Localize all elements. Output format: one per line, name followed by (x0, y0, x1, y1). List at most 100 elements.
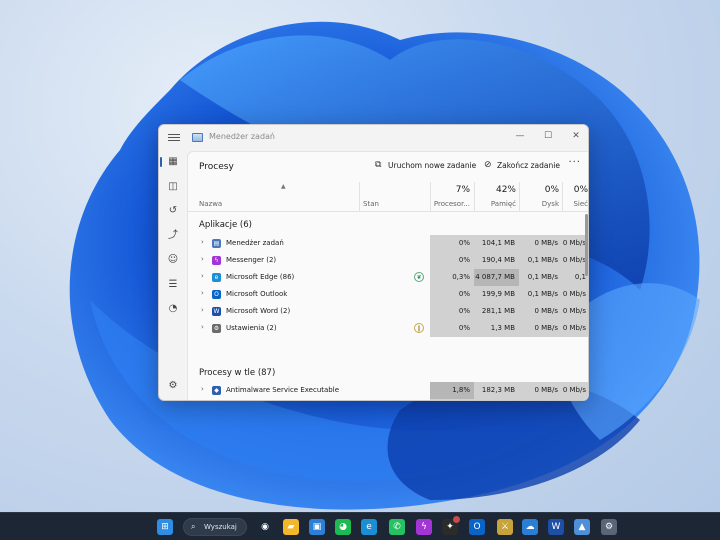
services-nav-icon[interactable]: ◔ (166, 302, 180, 316)
run-new-task-button[interactable]: ⧉ Uruchom nowe zadanie (375, 161, 476, 171)
expand-chevron-icon[interactable]: › (201, 255, 204, 263)
title-bar[interactable]: Menedżer zadań — ☐ ✕ (159, 125, 588, 151)
task-manager-window: Menedżer zadań — ☐ ✕ ▦ ◫ ↺ ⤴ ☺ ☰ ◔ ⚙ Pro… (158, 124, 589, 401)
task-manager-icon: ▤ (212, 239, 221, 248)
start-icon[interactable]: ⊞ (157, 519, 173, 535)
process-row[interactable]: ›▯Aplikacja Łącze z telefonem (3)0%160,1… (188, 399, 588, 400)
column-memory[interactable]: Pamięć (474, 200, 516, 208)
ai-assistant-icon[interactable]: ✦ (442, 516, 460, 535)
process-row[interactable]: › ϟ Messenger (2) 0% 190,4 MB 0,1 MB/s 0 Mb/s (188, 252, 588, 269)
table-header: ▲ Nazwa Stan 7% Procesor... 42% Pamięć 0… (188, 182, 588, 212)
processes-nav-icon[interactable]: ▦ (160, 155, 180, 169)
taskbar: ⌕ Wyszukaj ⊞ ◉ ▰ ▣ ◕ e ✆ ϟ ✦ O ⚔ ☁ W ▲ ⚙ (0, 512, 720, 540)
store-icon[interactable]: ▣ (309, 519, 325, 535)
settings-icon[interactable]: ⚙ (601, 519, 617, 535)
close-button[interactable]: ✕ (564, 128, 588, 144)
process-row[interactable]: › ◆ Antimalware Service Executable 1,8% 182,… (188, 382, 588, 399)
end-task-button[interactable]: ⊘ Zakończ zadanie (484, 161, 560, 171)
users-nav-icon[interactable]: ☺ (166, 253, 180, 267)
cpu-value: 0% (430, 320, 474, 337)
memory-value: 190,4 MB (474, 252, 519, 269)
group-apps[interactable]: Aplikacje (6) (199, 220, 252, 230)
disk-value: 0,1 MB/s (519, 269, 562, 286)
expand-chevron-icon[interactable]: › (201, 238, 204, 246)
sort-ascending-icon: ▲ (281, 183, 286, 190)
search-icon: ⌕ (191, 522, 196, 531)
process-name: Ustawienia (2) (226, 324, 277, 332)
app-history-nav-icon[interactable]: ↺ (166, 204, 180, 218)
disk-total[interactable]: 0% (519, 185, 559, 195)
group-background[interactable]: Procesy w tle (87) (199, 368, 275, 378)
whatsapp-icon[interactable]: ✆ (389, 519, 405, 535)
hamburger-menu-icon[interactable] (168, 132, 180, 144)
process-list: Aplikacje (6) Procesy w tle (87) › ▤ Mened… (188, 212, 588, 400)
file-explorer-icon[interactable]: ▰ (283, 519, 299, 535)
edge-icon[interactable]: e (361, 519, 377, 535)
edge-icon: e (212, 273, 221, 282)
details-nav-icon[interactable]: ☰ (166, 278, 180, 292)
onedrive-icon[interactable]: ☁ (522, 519, 538, 535)
column-status[interactable]: Stan (363, 200, 379, 208)
column-divider (359, 182, 360, 212)
network-value: 0 Mb/s (562, 382, 588, 399)
process-row[interactable]: › e Microsoft Edge (86) ❦ 0,3% 4 087,7 MB 0,1 … (188, 269, 588, 298)
word-icon[interactable]: W (548, 519, 564, 535)
column-network[interactable]: Sieć (562, 200, 588, 208)
disk-value: 0 MB/s (519, 382, 562, 399)
column-cpu[interactable]: Procesor... (430, 200, 470, 208)
settings-nav-icon[interactable]: ⚙ (166, 379, 180, 393)
process-row[interactable]: › ▤ Menedżer zadań 0% 104,1 MB 0 MB/s 0 Mb/s (188, 235, 588, 252)
memory-value: 199,9 MB (474, 286, 519, 303)
command-bar: Procesy ⧉ Uruchom nowe zadanie ⊘ Zakończ… (188, 152, 588, 182)
task-manager-app-icon (192, 133, 203, 142)
process-name: Antimalware Service Executable (226, 386, 340, 394)
more-options-icon[interactable]: ··· (568, 157, 581, 168)
expand-chevron-icon[interactable]: › (201, 289, 204, 297)
startup-apps-nav-icon[interactable]: ⤴ (166, 229, 180, 243)
performance-nav-icon[interactable]: ◫ (166, 180, 180, 194)
cpu-value: 0% (430, 252, 474, 269)
cpu-total[interactable]: 7% (430, 185, 470, 195)
spotify-icon[interactable]: ◕ (335, 519, 351, 535)
column-name[interactable]: Nazwa (199, 200, 222, 208)
expand-chevron-icon[interactable]: › (201, 306, 204, 314)
efficiency-leaf-icon: ❦ (414, 272, 424, 282)
memory-value: 1,3 MB (474, 320, 519, 337)
memory-value: 182,3 MB (474, 382, 519, 399)
steam-icon[interactable]: ◉ (257, 519, 273, 535)
scrollbar[interactable] (585, 214, 588, 276)
cpu-value: 1,8% (430, 382, 474, 399)
processes-page: Procesy ⧉ Uruchom nowe zadanie ⊘ Zakończ… (187, 151, 588, 400)
game-icon[interactable]: ⚔ (497, 519, 513, 535)
memory-value: 160,1 MB (474, 399, 519, 400)
network-total[interactable]: 0% (562, 185, 588, 195)
settings-gear-icon: ⚙ (212, 324, 221, 333)
paused-icon: ǁ (414, 323, 424, 333)
disk-value: 0 MB/s (519, 235, 562, 252)
process-row[interactable]: › W Microsoft Word (2) 0% 281,1 MB 0 MB/s 0 Mb… (188, 303, 588, 320)
photos-icon[interactable]: ▲ (574, 519, 590, 535)
outlook-icon: O (212, 290, 221, 299)
column-disk[interactable]: Dysk (519, 200, 559, 208)
process-name: Microsoft Word (2) (226, 307, 291, 315)
maximize-button[interactable]: ☐ (536, 128, 560, 144)
memory-value: 4 087,7 MB (474, 269, 519, 286)
window-title: Menedżer zadań (209, 132, 275, 141)
minimize-button[interactable]: — (508, 128, 532, 144)
process-name: Messenger (2) (226, 256, 277, 264)
disk-value: 0,1 MB/s (519, 286, 562, 303)
messenger-icon[interactable]: ϟ (416, 519, 432, 535)
cpu-value: 0% (430, 286, 474, 303)
word-icon: W (212, 307, 221, 316)
expand-chevron-icon[interactable]: › (201, 272, 204, 280)
memory-total[interactable]: 42% (474, 185, 516, 195)
expand-chevron-icon[interactable]: › (201, 385, 204, 393)
cpu-value: 0,3% (430, 269, 474, 286)
process-row[interactable]: › ⚙ Ustawienia (2) ǁ 0% 1,3 MB 0 MB/s 0 Mb/s (188, 320, 588, 337)
process-name: Microsoft Outlook (226, 290, 288, 298)
process-row[interactable]: › O Microsoft Outlook 0% 199,9 MB 0,1 MB/s 0 M… (188, 286, 588, 303)
expand-chevron-icon[interactable]: › (201, 323, 204, 331)
defender-icon: ◆ (212, 386, 221, 395)
taskbar-search[interactable]: ⌕ Wyszukaj (183, 518, 247, 536)
outlook-icon[interactable]: O (469, 519, 485, 535)
